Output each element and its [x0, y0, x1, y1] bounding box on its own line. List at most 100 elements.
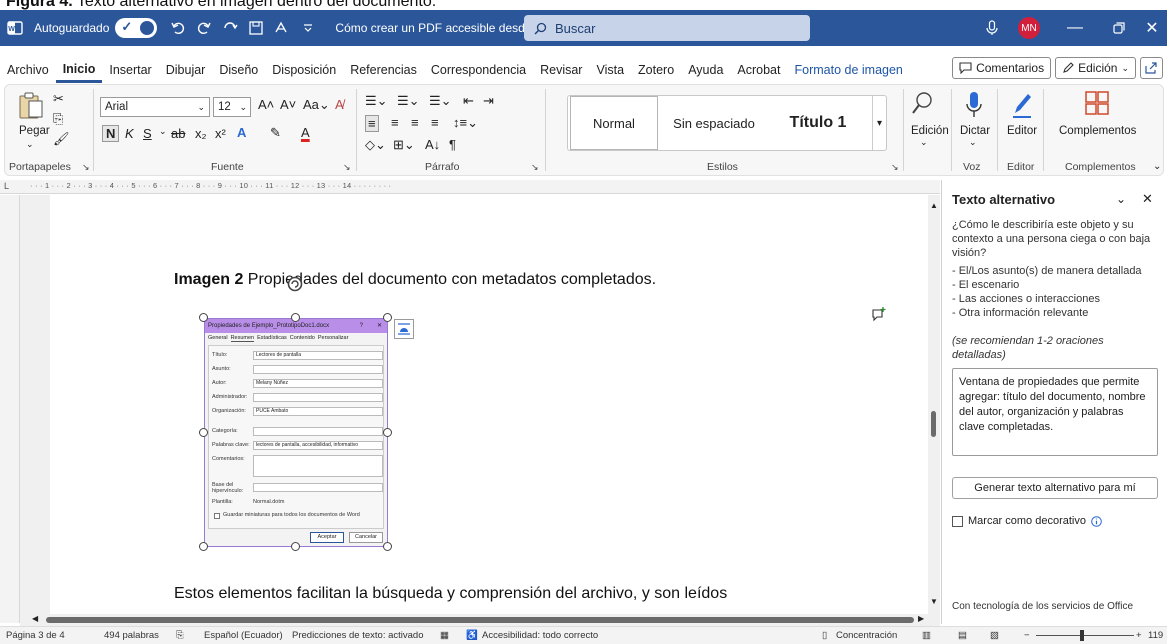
editing-mode-button[interactable]: Edición ⌄ [1055, 57, 1136, 79]
decorative-label[interactable]: Marcar como decorativo [968, 515, 1086, 527]
document-page[interactable]: Imagen 2 Propiedades del documento con m… [50, 195, 930, 615]
proofing-icon[interactable]: ⎘ [176, 630, 184, 641]
borders-icon[interactable]: ⊞⌄ [393, 137, 415, 153]
comments-button[interactable]: Comentarios [952, 57, 1052, 79]
generate-alt-text-button[interactable]: Generar texto alternativo para mí [952, 477, 1158, 499]
tab-acrobat[interactable]: Acrobat [730, 59, 787, 81]
document-canvas[interactable]: Imagen 2 Propiedades del documento con m… [20, 195, 930, 615]
focus-icon[interactable]: ▯ [822, 630, 827, 641]
resize-handle-bottom-right[interactable] [383, 542, 392, 551]
status-language[interactable]: Español (Ecuador) [204, 630, 283, 641]
new-comment-icon[interactable] [871, 306, 887, 322]
close-icon[interactable]: ✕ [1137, 10, 1167, 46]
editing-label[interactable]: Edición [911, 125, 949, 137]
styles-more-icon[interactable]: ▾ [872, 96, 886, 150]
dialog-launcher-icon[interactable]: ↘ [82, 162, 90, 173]
microphone-icon[interactable] [970, 10, 1014, 46]
share-button[interactable] [1140, 57, 1163, 79]
scroll-up-icon[interactable]: ▲ [930, 201, 938, 210]
tab-correspondencia[interactable]: Correspondencia [424, 59, 533, 81]
scroll-right-icon[interactable]: ▶ [918, 614, 924, 623]
sort-icon[interactable]: A↓ [425, 137, 440, 152]
scroll-down-icon[interactable]: ▼ [930, 597, 938, 606]
zoom-in-icon[interactable]: + [1136, 630, 1142, 641]
decorative-checkbox[interactable] [952, 515, 963, 527]
underline-button[interactable]: S [143, 126, 152, 141]
justify-icon[interactable]: ≡ [431, 115, 439, 130]
addins-grid-icon[interactable] [1085, 91, 1109, 115]
align-left-icon[interactable]: ≡ [365, 115, 379, 132]
italic-button[interactable]: K [125, 126, 134, 141]
highlight-icon[interactable]: ✎ [270, 125, 281, 141]
resize-handle-top-right[interactable] [383, 313, 392, 322]
resize-handle-right[interactable] [383, 428, 392, 437]
tab-insertar[interactable]: Insertar [102, 59, 158, 81]
decrease-indent-icon[interactable]: ⇤ [463, 93, 474, 109]
status-predictions[interactable]: Predicciones de texto: activado [292, 630, 424, 641]
status-focus[interactable]: Concentración [836, 630, 897, 641]
tab-revisar[interactable]: Revisar [533, 59, 589, 81]
tab-diseno[interactable]: Diseño [212, 59, 265, 81]
paste-dropdown-icon[interactable]: ⌄ [26, 139, 34, 150]
cut-icon[interactable]: ✂ [53, 91, 64, 107]
increase-indent-icon[interactable]: ⇥ [483, 93, 494, 109]
horizontal-ruler[interactable]: L · · · 1 · · · 2 · · · 3 · · · 4 · · · … [0, 180, 940, 194]
print-layout-icon[interactable]: ▤ [958, 630, 967, 641]
chevron-down-icon[interactable]: ⌄ [159, 126, 167, 137]
dialog-launcher-icon[interactable]: ↘ [531, 162, 539, 173]
dictate-mic-icon[interactable] [965, 91, 983, 119]
resize-handle-top-left[interactable] [199, 313, 208, 322]
pane-options-chevron-icon[interactable]: ⌄ [1116, 192, 1126, 206]
tab-zotero[interactable]: Zotero [631, 59, 681, 81]
status-accessibility[interactable]: Accesibilidad: todo correcto [482, 630, 598, 641]
repeat-icon[interactable] [217, 10, 243, 46]
pane-close-icon[interactable]: ✕ [1142, 191, 1153, 207]
style-heading-1[interactable]: Título 1 [768, 96, 868, 150]
search-box[interactable]: Buscar [524, 15, 810, 41]
tab-inicio[interactable]: Inicio [55, 58, 103, 83]
format-painter-icon[interactable] [269, 10, 295, 46]
multilevel-list-icon[interactable]: ☰⌄ [429, 93, 452, 109]
minimize-icon[interactable]: — [1053, 10, 1097, 46]
resize-handle-bottom-left[interactable] [199, 542, 208, 551]
vertical-scroll-thumb[interactable] [931, 411, 936, 437]
chevron-down-icon[interactable]: ⌄ [969, 137, 977, 148]
copy-icon[interactable]: ⎘ [53, 111, 63, 127]
paste-icon[interactable] [17, 91, 45, 121]
style-normal[interactable]: Normal [570, 96, 658, 150]
paste-label[interactable]: Pegar [19, 125, 50, 137]
customize-qat-icon[interactable] [295, 10, 321, 46]
restore-icon[interactable] [1097, 10, 1141, 46]
resize-handle-top[interactable] [291, 313, 300, 322]
alt-text-input[interactable]: Ventana de propiedades que permite agreg… [952, 368, 1158, 456]
clear-formatting-icon[interactable]: A̸ [335, 97, 344, 112]
dictate-label[interactable]: Dictar [960, 125, 990, 137]
addins-label[interactable]: Complementos [1059, 125, 1136, 137]
dialog-launcher-icon[interactable]: ↘ [343, 162, 351, 173]
editor-pen-icon[interactable] [1011, 91, 1033, 119]
tab-formato-de-imagen[interactable]: Formato de imagen [788, 59, 910, 81]
subscript-button[interactable]: x₂ [195, 126, 207, 141]
text-effects-icon[interactable]: A [237, 125, 246, 140]
font-color-icon[interactable]: A [301, 125, 310, 140]
align-center-icon[interactable]: ≡ [391, 115, 399, 130]
rotate-handle-icon[interactable] [286, 275, 304, 293]
tab-ayuda[interactable]: Ayuda [681, 59, 730, 81]
scroll-left-icon[interactable]: ◀ [32, 614, 38, 623]
accessibility-icon[interactable]: ♿ [466, 630, 478, 641]
autosave-toggle[interactable]: ✓ [115, 18, 158, 38]
vertical-scrollbar[interactable]: ▲ ▼ [928, 195, 940, 615]
bullets-icon[interactable]: ☰⌄ [365, 93, 388, 109]
resize-handle-left[interactable] [199, 428, 208, 437]
tab-referencias[interactable]: Referencias [343, 59, 424, 81]
tab-dibujar[interactable]: Dibujar [159, 59, 213, 81]
zoom-level[interactable]: 119 [1148, 630, 1163, 641]
zoom-slider-track[interactable] [1036, 635, 1134, 636]
strikethrough-button[interactable]: ab [171, 126, 185, 141]
ribbon-collapse-icon[interactable]: ⌄ [1153, 161, 1161, 172]
style-no-spacing[interactable]: Sin espaciado [664, 96, 764, 150]
line-spacing-icon[interactable]: ↕≡⌄ [453, 115, 478, 131]
font-name-dropdown[interactable]: Arial ⌄ [100, 97, 210, 117]
shading-icon[interactable]: ◇⌄ [365, 137, 386, 153]
horizontal-scrollbar[interactable]: ◀ ▶ [20, 614, 940, 626]
